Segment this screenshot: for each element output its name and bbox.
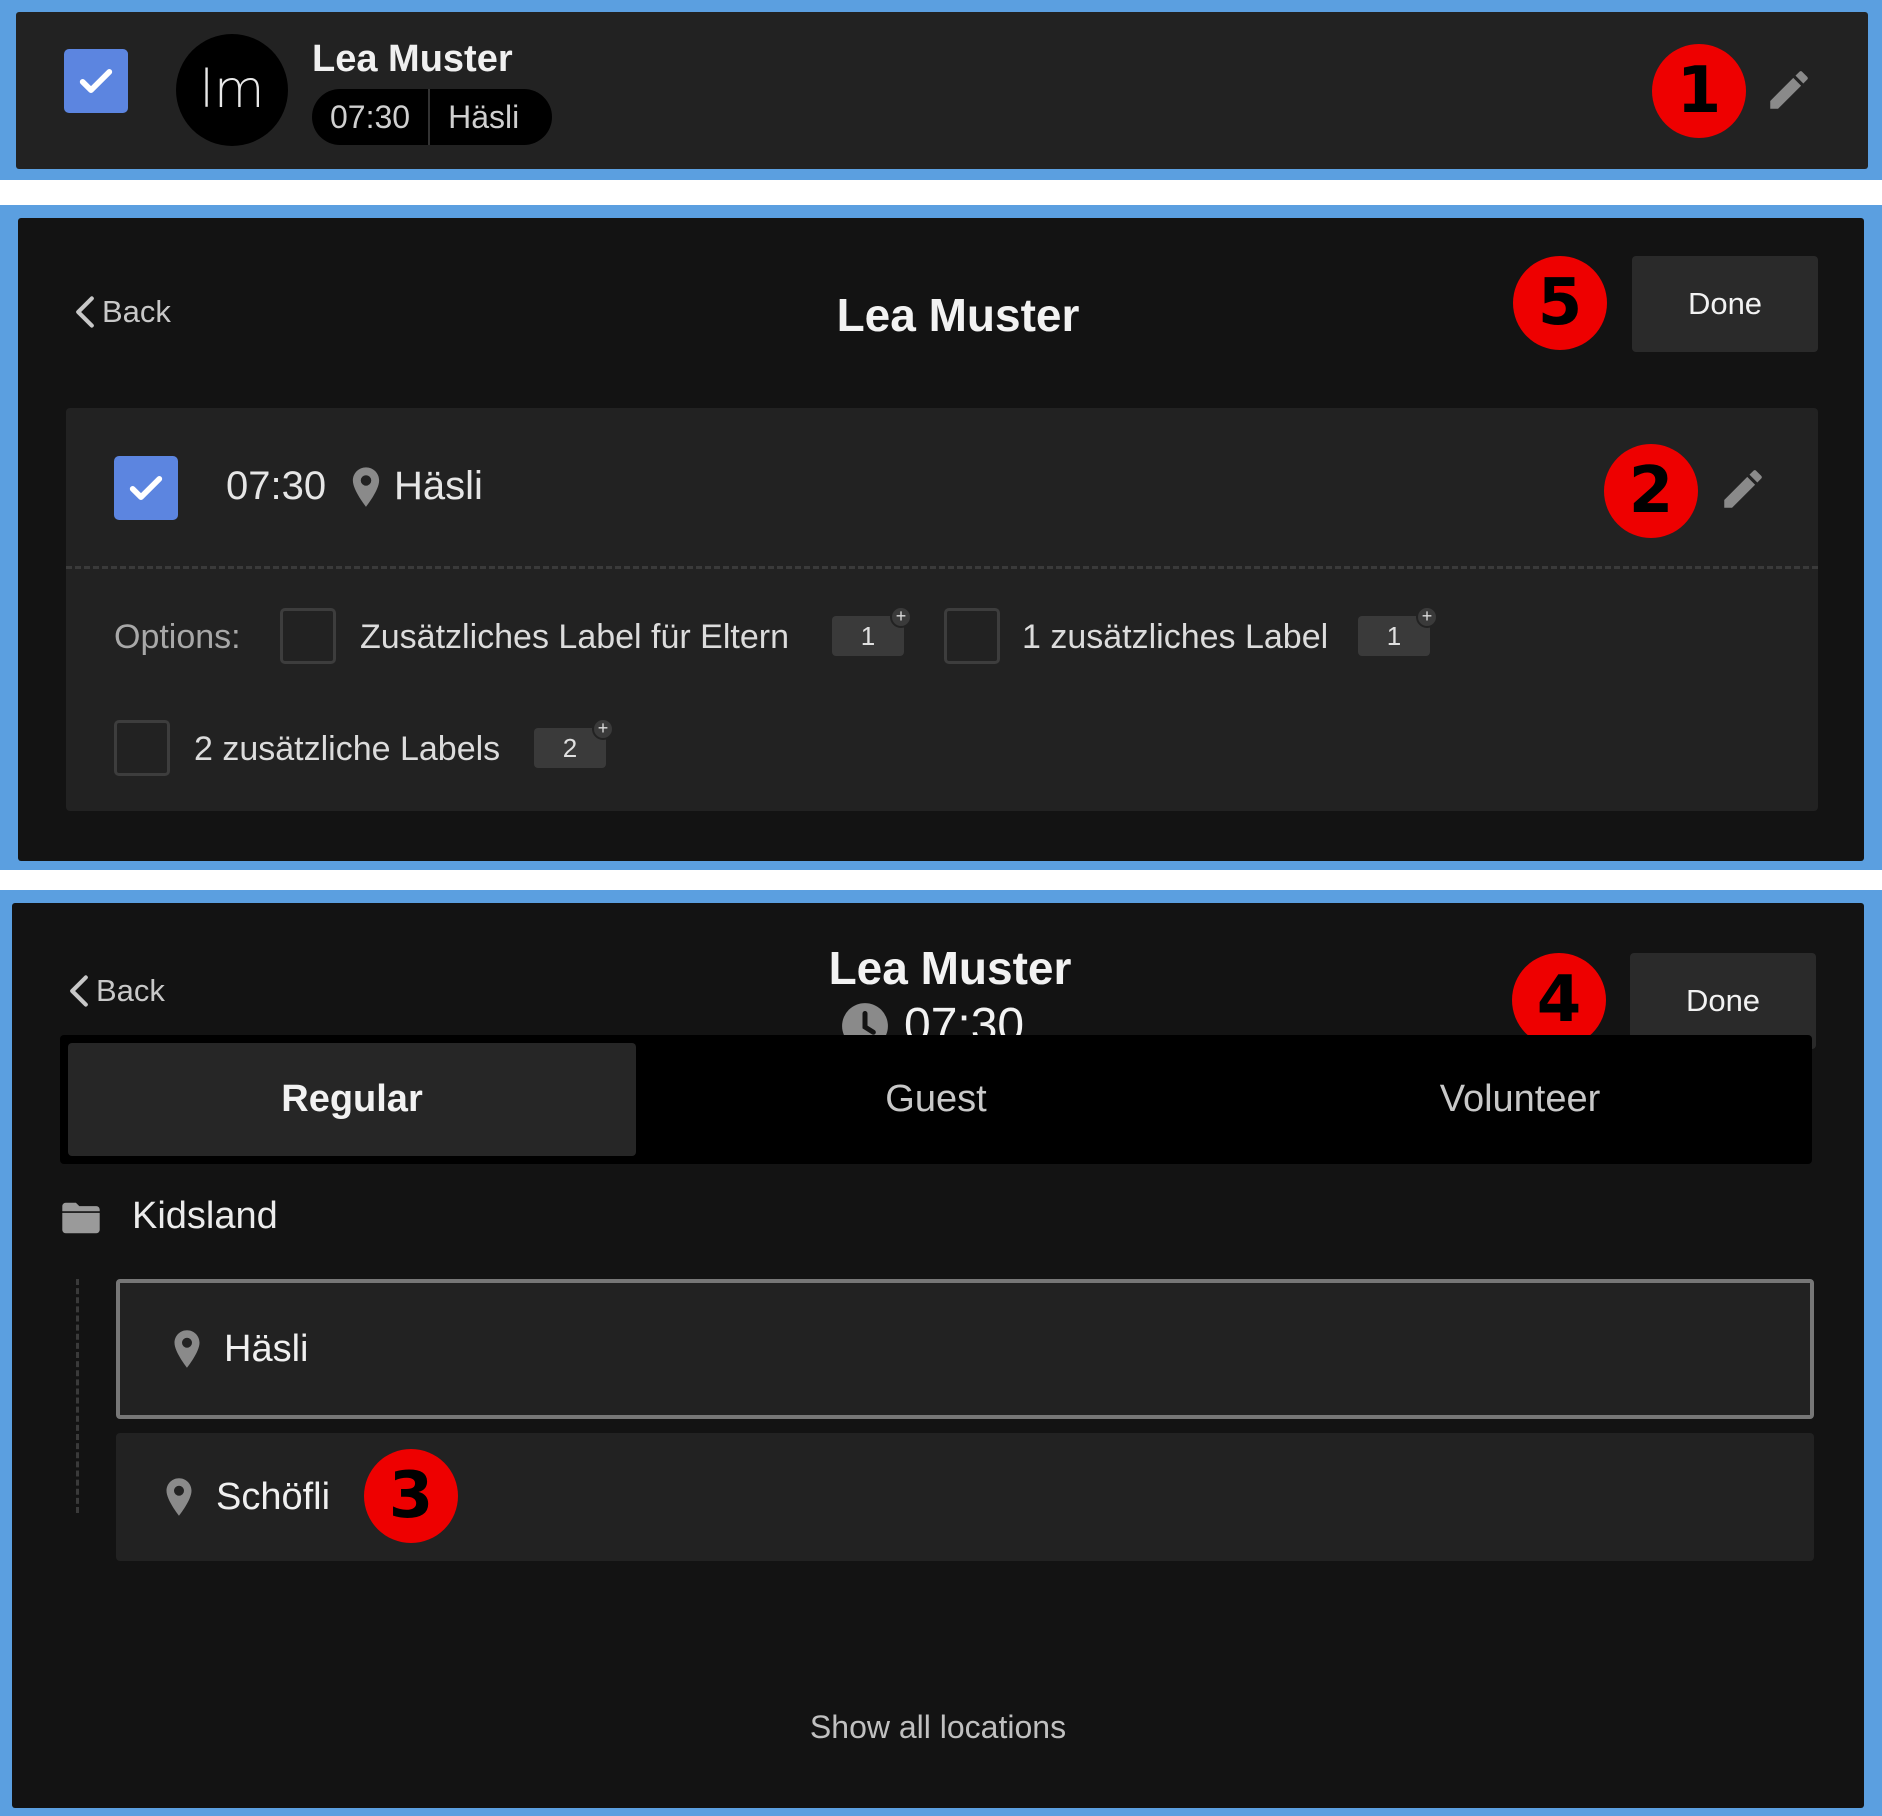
location-pin-icon: [174, 1330, 200, 1368]
tab-guest[interactable]: Guest: [652, 1043, 1220, 1156]
tab-regular[interactable]: Regular: [68, 1043, 636, 1156]
tab-volunteer[interactable]: Volunteer: [1236, 1043, 1804, 1156]
back-label: Back: [96, 973, 165, 1008]
pill-time: 07:30: [330, 98, 411, 135]
avatar: lm: [176, 34, 288, 146]
back-label: Back: [102, 294, 171, 329]
check-icon: [79, 69, 113, 93]
folder-icon: [62, 1202, 100, 1234]
option-count-2-labels[interactable]: 2 +: [534, 718, 614, 768]
page-title: Lea Muster: [828, 942, 1072, 994]
check-icon: [129, 476, 163, 500]
list-row[interactable]: lm Lea Muster 07:30 Häsli 1: [16, 12, 1868, 169]
options-label: Options:: [114, 618, 241, 656]
chevron-left-icon: [76, 296, 94, 328]
pencil-icon[interactable]: [1764, 65, 1814, 115]
location-row-schoefli[interactable]: Schöfli 3: [116, 1433, 1814, 1561]
option-checkbox-1-label[interactable]: [944, 608, 1000, 664]
annotation-badge-3: 3: [364, 1449, 458, 1543]
option-count-eltern[interactable]: 1 +: [832, 606, 912, 656]
back-button[interactable]: Back: [74, 294, 171, 330]
attendance-type-tabs: Regular Guest Volunteer: [60, 1035, 1812, 1164]
annotation-badge-2: 2: [1604, 444, 1698, 538]
option-label-1-label: 1 zusätzliches Label: [1022, 618, 1329, 656]
attendance-checkbox[interactable]: [114, 456, 178, 520]
list-row-panel: lm Lea Muster 07:30 Häsli 1: [0, 0, 1882, 180]
plus-icon: +: [1416, 606, 1438, 628]
option-count-value: 1: [860, 620, 876, 651]
divider: [66, 566, 1818, 569]
back-button[interactable]: Back: [68, 973, 165, 1009]
plus-icon: +: [890, 606, 912, 628]
edit-panel: Back Lea Muster 5 Done 07:30 Häsli 2 Opt…: [0, 205, 1882, 870]
location-row-haesli[interactable]: Häsli: [116, 1279, 1814, 1419]
option-label-eltern: Zusätzliches Label für Eltern: [360, 618, 789, 656]
person-name: Lea Muster: [312, 38, 513, 80]
page-title: Lea Muster: [836, 289, 1080, 341]
option-count-1-label[interactable]: 1 +: [1358, 606, 1438, 656]
annotation-badge-1: 1: [1652, 44, 1746, 138]
annotation-badge-5: 5: [1513, 256, 1607, 350]
checkin-time: 07:30: [226, 464, 327, 508]
location-pin-icon: [352, 467, 380, 507]
annotation-badge-4: 4: [1512, 953, 1606, 1047]
tree-line: [76, 1279, 79, 1513]
time-location-pill: 07:30 Häsli: [312, 89, 552, 145]
location-pin-icon: [166, 1478, 192, 1516]
edit-view: Back Lea Muster 5 Done 07:30 Häsli 2 Opt…: [18, 218, 1864, 861]
location-name: Schöfli: [216, 1475, 331, 1518]
checkin-location: Häsli: [394, 464, 483, 508]
option-checkbox-2-labels[interactable]: [114, 720, 170, 776]
pencil-icon[interactable]: [1718, 464, 1768, 514]
option-checkbox-eltern[interactable]: [280, 608, 336, 664]
done-button[interactable]: Done: [1632, 256, 1818, 352]
plus-icon: +: [592, 718, 614, 740]
show-all-locations-link[interactable]: Show all locations: [12, 1709, 1864, 1746]
option-count-value: 1: [1386, 620, 1402, 651]
option-count-value: 2: [562, 732, 578, 763]
pill-location: Häsli: [428, 89, 537, 145]
chevron-left-icon: [70, 975, 88, 1007]
attendance-card: 07:30 Häsli 2 Options: Zusätzliches Labe…: [66, 408, 1818, 811]
location-group-name: Kidsland: [132, 1195, 278, 1237]
attendance-checkbox[interactable]: [64, 49, 128, 113]
option-label-2-labels: 2 zusätzliche Labels: [194, 730, 501, 768]
location-panel: Back Lea Muster 07:30 4 Done Regular Gue…: [0, 890, 1882, 1816]
location-name: Häsli: [224, 1327, 309, 1370]
location-view: Back Lea Muster 07:30 4 Done Regular Gue…: [12, 903, 1864, 1808]
